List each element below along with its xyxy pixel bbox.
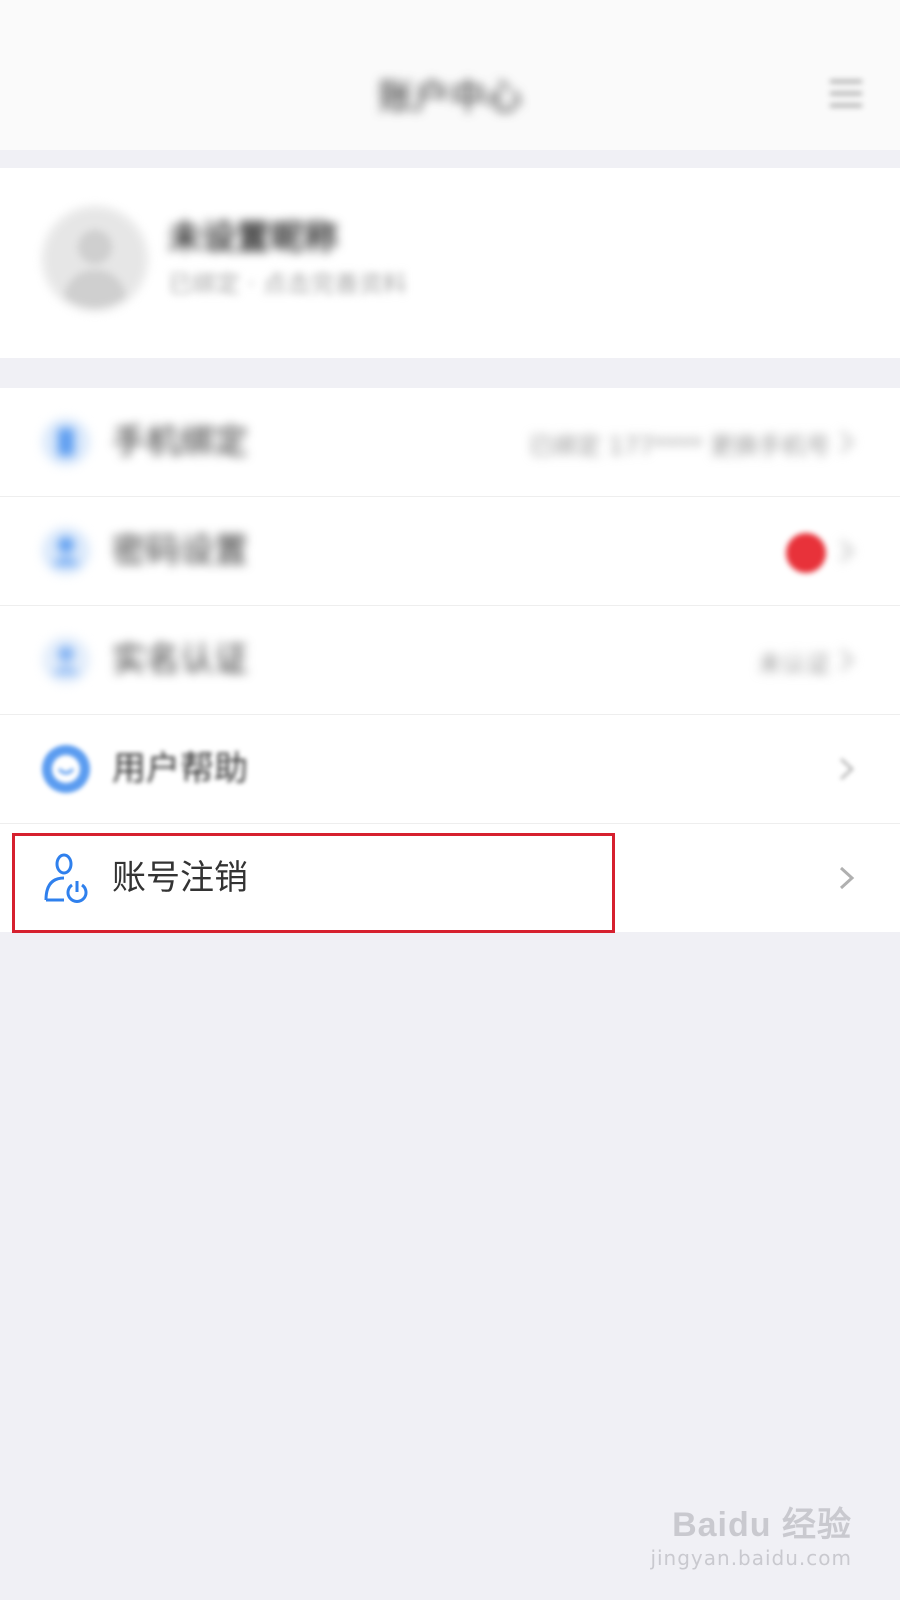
chevron-right-icon	[839, 430, 855, 454]
user-verify-icon	[42, 636, 90, 684]
highlight-box	[12, 833, 615, 933]
list-item-verification[interactable]: 实名认证 未认证	[0, 606, 900, 715]
help-icon	[42, 745, 90, 793]
default-avatar-icon[interactable]	[40, 204, 150, 314]
list-item-label: 密码设置	[112, 531, 248, 571]
chevron-right-icon	[839, 648, 855, 672]
list-item-help[interactable]: 用户帮助	[0, 715, 900, 824]
profile-name: 未设置昵称	[168, 218, 338, 258]
menu-icon[interactable]	[830, 80, 862, 108]
notification-badge	[786, 533, 826, 573]
watermark-url: jingyan.baidu.com	[650, 1546, 852, 1570]
list-item-value: 未认证	[758, 650, 830, 678]
page-title: 账户中心	[377, 77, 522, 118]
profile-card[interactable]: 未设置昵称 已绑定 · 点击完善资料	[0, 168, 900, 358]
list-item-value: 已绑定 177**** 更换手机号	[528, 432, 830, 460]
chevron-right-icon	[839, 866, 855, 890]
list-item-label: 实名认证	[112, 640, 248, 680]
profile-subtitle: 已绑定 · 点击完善资料	[168, 270, 407, 298]
phone-icon	[42, 418, 90, 466]
watermark: Baidu 经验 jingyan.baidu.com	[650, 1497, 852, 1570]
chevron-right-icon	[839, 539, 855, 563]
header: 账户中心	[0, 0, 900, 150]
watermark-logo: Baidu 经验	[672, 1506, 852, 1544]
list-item-label: 用户帮助	[112, 749, 248, 789]
list-item-label: 手机绑定	[112, 422, 248, 462]
chevron-right-icon	[839, 757, 855, 781]
list-item-password[interactable]: 密码设置	[0, 497, 900, 606]
list-item-phone-binding[interactable]: 手机绑定 已绑定 177**** 更换手机号	[0, 388, 900, 497]
user-lock-icon	[42, 527, 90, 575]
